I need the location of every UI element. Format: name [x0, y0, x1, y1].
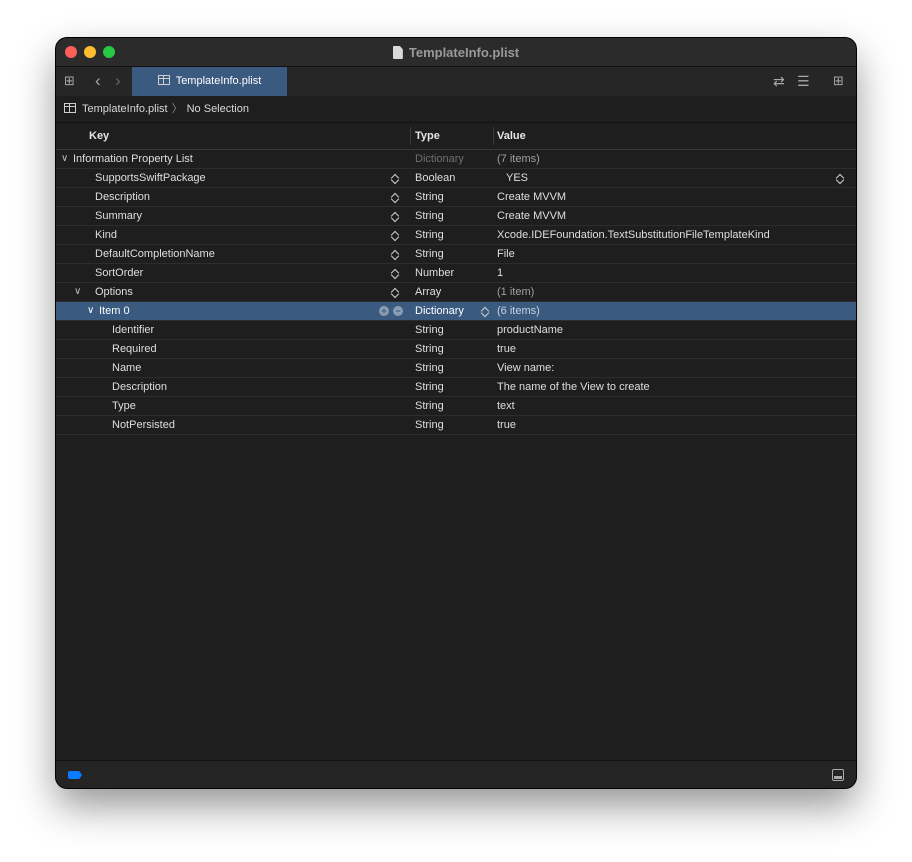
column-key[interactable]: Key	[89, 130, 109, 142]
remove-item-icon[interactable]: −	[393, 306, 403, 316]
chevron-down-icon[interactable]: ∨	[61, 150, 68, 168]
add-item-icon[interactable]: +	[379, 306, 389, 316]
table-row[interactable]: ∨ Options Array (1 item)	[56, 283, 856, 302]
table-row[interactable]: Description String The name of the View …	[56, 378, 856, 397]
forward-icon[interactable]: ›	[115, 67, 121, 95]
table-row[interactable]: DefaultCompletionName String File	[56, 245, 856, 264]
title-bar: TemplateInfo.plist	[56, 38, 856, 66]
column-type[interactable]: Type	[415, 130, 440, 142]
key-stepper-icon[interactable]	[391, 230, 400, 241]
column-header: Key Type Value	[56, 123, 856, 150]
type-popup-icon[interactable]	[481, 306, 490, 317]
chevron-down-icon[interactable]: ∨	[87, 302, 94, 320]
table-row[interactable]: Name String View name:	[56, 359, 856, 378]
document-icon	[392, 46, 403, 59]
add-editor-icon[interactable]: ⊞	[833, 67, 844, 95]
grid-icon[interactable]: ⊞	[64, 67, 75, 95]
xcode-window: TemplateInfo.plist ⊞ ‹ › TemplateInfo.pl…	[56, 38, 856, 788]
table-row[interactable]: ∨ Information Property List Dictionary (…	[56, 150, 856, 169]
table-row[interactable]: Identifier String productName	[56, 321, 856, 340]
breadcrumb-selection[interactable]: No Selection	[187, 103, 249, 115]
column-divider[interactable]	[410, 127, 411, 145]
column-value[interactable]: Value	[497, 130, 526, 142]
table-row[interactable]: Description String Create MVVM	[56, 188, 856, 207]
key-stepper-icon[interactable]	[391, 287, 400, 298]
breakpoint-tag-icon[interactable]	[68, 771, 82, 779]
plist-icon	[157, 75, 170, 85]
table-row[interactable]: Required String true	[56, 340, 856, 359]
key-stepper-icon[interactable]	[391, 249, 400, 260]
column-divider[interactable]	[493, 127, 494, 145]
plist-icon	[64, 103, 76, 113]
breadcrumb: TemplateInfo.plist 〉 No Selection	[56, 96, 856, 123]
chevron-down-icon[interactable]: ∨	[74, 283, 81, 301]
swap-icon[interactable]: ⇄	[773, 67, 785, 95]
tab-bar: ⊞ ‹ › TemplateInfo.plist ⇄ ☰ ⊞	[56, 66, 856, 97]
back-icon[interactable]: ‹	[95, 67, 101, 95]
table-row[interactable]: Summary String Create MVVM	[56, 207, 856, 226]
lines-icon[interactable]: ☰	[797, 67, 810, 95]
breadcrumb-file[interactable]: TemplateInfo.plist	[82, 103, 168, 115]
key-stepper-icon[interactable]	[391, 268, 400, 279]
key-stepper-icon[interactable]	[391, 192, 400, 203]
table-row-selected[interactable]: ∨ Item 0 + − Dictionary (6 items)	[56, 302, 856, 321]
key-stepper-icon[interactable]	[391, 211, 400, 222]
table-row[interactable]: Type String text	[56, 397, 856, 416]
window-title: TemplateInfo.plist	[56, 45, 856, 60]
value-popup-icon[interactable]	[836, 173, 845, 184]
table-row[interactable]: Kind String Xcode.IDEFoundation.TextSubs…	[56, 226, 856, 245]
key-stepper-icon[interactable]	[391, 173, 400, 184]
table-row[interactable]: SupportsSwiftPackage Boolean YES	[56, 169, 856, 188]
chevron-right-icon: 〉	[171, 103, 183, 115]
table-row[interactable]: NotPersisted String true	[56, 416, 856, 435]
status-bar	[56, 760, 856, 788]
debug-area-icon[interactable]	[832, 769, 844, 781]
plist-table: ∨ Information Property List Dictionary (…	[56, 150, 856, 435]
tab-templateinfo[interactable]: TemplateInfo.plist	[132, 67, 287, 96]
table-row[interactable]: SortOrder Number 1	[56, 264, 856, 283]
